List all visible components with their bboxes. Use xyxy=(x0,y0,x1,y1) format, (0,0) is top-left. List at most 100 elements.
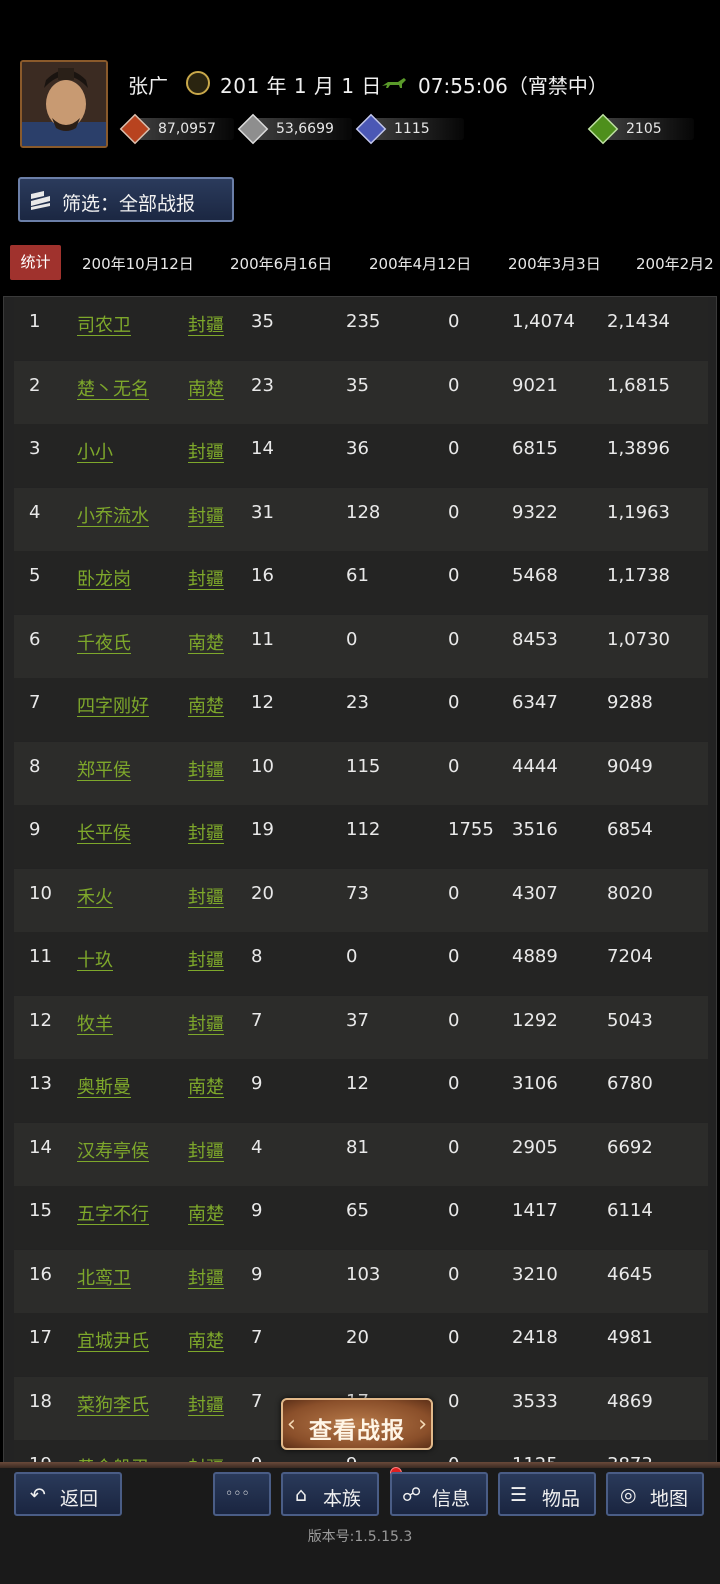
cell-v3: 0 xyxy=(448,438,460,459)
player-link[interactable]: 十玖 xyxy=(77,946,113,972)
table-row[interactable]: 16 北鸾卫 封疆 9 103 0 3210 4645 xyxy=(14,1249,708,1313)
table-row[interactable]: 2 楚丶无名 南楚 23 35 0 9021 1,6815 xyxy=(14,360,708,424)
date-column[interactable]: 200年2月2 xyxy=(636,253,714,274)
table-row[interactable]: 5 卧龙岗 封疆 16 61 0 5468 1,1738 xyxy=(14,551,708,614)
cell-rank: 13 xyxy=(29,1073,52,1094)
player-link[interactable]: 楚丶无名 xyxy=(77,375,149,401)
table-row[interactable]: 15 五字不行 南楚 9 65 0 1417 6114 xyxy=(14,1186,708,1249)
player-link[interactable]: 小小 xyxy=(77,438,113,464)
player-link[interactable]: 五字不行 xyxy=(77,1200,149,1226)
avatar[interactable] xyxy=(20,60,108,148)
resource-bag[interactable]: 2105 xyxy=(587,113,698,145)
cell-v2: 65 xyxy=(346,1200,369,1221)
cell-v5: 1,6815 xyxy=(607,374,670,396)
date-column[interactable]: 200年4月12日 xyxy=(369,253,471,274)
filter-button[interactable]: 筛选：全部战报 xyxy=(18,177,234,222)
table-row[interactable]: 17 宜城尹氏 南楚 7 20 0 2418 4981 xyxy=(14,1313,708,1376)
faction-link[interactable]: 封疆 xyxy=(188,1137,224,1163)
info-button[interactable]: ☍ 信息 xyxy=(390,1472,488,1516)
faction-link[interactable]: 封疆 xyxy=(188,883,224,909)
player-link[interactable]: 北鸾卫 xyxy=(77,1264,131,1290)
clan-button[interactable]: ⌂ 本族 xyxy=(281,1472,379,1516)
table-row[interactable]: 1 司农卫 封疆 35 235 0 1,4074 2,1434 xyxy=(14,297,708,360)
resource-soldier[interactable]: 1115 xyxy=(355,113,466,145)
view-report-button[interactable]: ‹ 查看战报 › xyxy=(281,1398,433,1450)
cell-v2: 36 xyxy=(346,438,369,459)
faction-link[interactable]: 封疆 xyxy=(188,438,224,464)
back-arrow-icon: ↶ xyxy=(30,1484,46,1506)
cell-v5: 8020 xyxy=(607,882,653,904)
faction-link[interactable]: 封疆 xyxy=(188,756,224,782)
cell-v1: 11 xyxy=(251,628,274,650)
map-button[interactable]: ◎ 地图 xyxy=(606,1472,704,1516)
table-row[interactable]: 7 四字刚好 南楚 12 23 0 6347 9288 xyxy=(14,678,708,741)
player-link[interactable]: 郑平侯 xyxy=(77,756,131,782)
table-row[interactable]: 14 汉寿亭侯 封疆 4 81 0 2905 6692 xyxy=(14,1122,708,1186)
cell-rank: 8 xyxy=(29,755,41,777)
cell-v2: 61 xyxy=(346,565,369,586)
cell-v4: 3516 xyxy=(512,819,558,840)
table-row[interactable]: 3 小小 封疆 14 36 0 6815 1,3896 xyxy=(14,424,708,487)
items-button[interactable]: ☰ 物品 xyxy=(498,1472,596,1516)
faction-link[interactable]: 南楚 xyxy=(188,1073,224,1099)
cell-v3: 0 xyxy=(448,692,460,713)
faction-link[interactable]: 封疆 xyxy=(188,565,224,591)
player-link[interactable]: 宜城尹氏 xyxy=(77,1327,149,1353)
player-link[interactable]: 奥斯曼 xyxy=(77,1073,131,1099)
game-time: 07:55:06（宵禁中） xyxy=(418,74,608,98)
date-column[interactable]: 200年6月16日 xyxy=(230,253,332,274)
faction-link[interactable]: 封疆 xyxy=(188,311,224,337)
table-row[interactable]: 13 奥斯曼 南楚 9 12 0 3106 6780 xyxy=(14,1059,708,1122)
player-link[interactable]: 司农卫 xyxy=(77,311,131,337)
table-row[interactable]: 10 禾火 封疆 20 73 0 4307 8020 xyxy=(14,868,708,932)
cell-v2: 115 xyxy=(346,755,381,777)
cell-v1: 31 xyxy=(251,501,274,523)
player-link[interactable]: 禾火 xyxy=(77,883,113,909)
faction-link[interactable]: 南楚 xyxy=(188,375,224,401)
date-column[interactable]: 200年3月3日 xyxy=(508,253,601,274)
player-link[interactable]: 菜狗李氏 xyxy=(77,1391,149,1417)
table-row[interactable]: 9 长平侯 封疆 19 112 1755 3516 6854 xyxy=(14,805,708,868)
faction-link[interactable]: 封疆 xyxy=(188,946,224,972)
faction-link[interactable]: 南楚 xyxy=(188,1200,224,1226)
player-link[interactable]: 牧羊 xyxy=(77,1010,113,1036)
player-link[interactable]: 小乔流水 xyxy=(77,502,149,528)
faction-link[interactable]: 封疆 xyxy=(188,1391,224,1417)
faction-link[interactable]: 南楚 xyxy=(188,692,224,718)
player-link[interactable]: 千夜氏 xyxy=(77,629,131,655)
cell-v1: 20 xyxy=(251,882,274,904)
table-row[interactable]: 11 十玖 封疆 8 0 0 4889 7204 xyxy=(14,932,708,995)
bottom-nav: ↶ 返回 ◦◦◦ ⌂ 本族 ☍ 信息 ☰ 物品 ◎ 地图 版本号:1.5.15.… xyxy=(0,1462,720,1584)
player-link[interactable]: 四字刚好 xyxy=(77,692,149,718)
cell-v5: 7204 xyxy=(607,946,653,967)
table-row[interactable]: 4 小乔流水 封疆 31 128 0 9322 1,1963 xyxy=(14,487,708,551)
resource-coin[interactable]: 87,0957 xyxy=(119,113,240,145)
player-link[interactable]: 汉寿亭侯 xyxy=(77,1137,149,1163)
faction-link[interactable]: 南楚 xyxy=(188,1327,224,1353)
resource-grain[interactable]: 53,6699 xyxy=(237,113,358,145)
clan-icon: ⌂ xyxy=(295,1484,308,1506)
faction-link[interactable]: 封疆 xyxy=(188,502,224,528)
cell-v4: 4444 xyxy=(512,755,558,777)
cell-v3: 0 xyxy=(448,311,460,332)
player-link[interactable]: 卧龙岗 xyxy=(77,565,131,591)
cell-v4: 3533 xyxy=(512,1390,558,1412)
date-column[interactable]: 200年10月12日 xyxy=(82,253,194,274)
faction-link[interactable]: 封疆 xyxy=(188,1010,224,1036)
stats-button[interactable]: 统计 xyxy=(10,245,61,280)
cell-v3: 0 xyxy=(448,1073,460,1094)
faction-link[interactable]: 封疆 xyxy=(188,819,224,845)
more-button[interactable]: ◦◦◦ xyxy=(213,1472,271,1516)
cell-v5: 4869 xyxy=(607,1390,653,1412)
table-row[interactable]: 8 郑平侯 封疆 10 115 0 4444 9049 xyxy=(14,741,708,805)
back-button[interactable]: ↶ 返回 xyxy=(14,1472,122,1516)
player-link[interactable]: 长平侯 xyxy=(77,819,131,845)
cell-v3: 0 xyxy=(448,1327,460,1348)
faction-link[interactable]: 南楚 xyxy=(188,629,224,655)
table-row[interactable]: 6 千夜氏 南楚 11 0 0 8453 1,0730 xyxy=(14,614,708,678)
faction-link[interactable]: 封疆 xyxy=(188,1264,224,1290)
cell-v1: 9 xyxy=(251,1263,263,1285)
cell-v2: 81 xyxy=(346,1136,369,1158)
table-row[interactable]: 12 牧羊 封疆 7 37 0 1292 5043 xyxy=(14,995,708,1059)
ranking-table[interactable]: 1 司农卫 封疆 35 235 0 1,4074 2,1434 2 楚丶无名 南楚 23 35 0 9021… xyxy=(3,296,717,1466)
